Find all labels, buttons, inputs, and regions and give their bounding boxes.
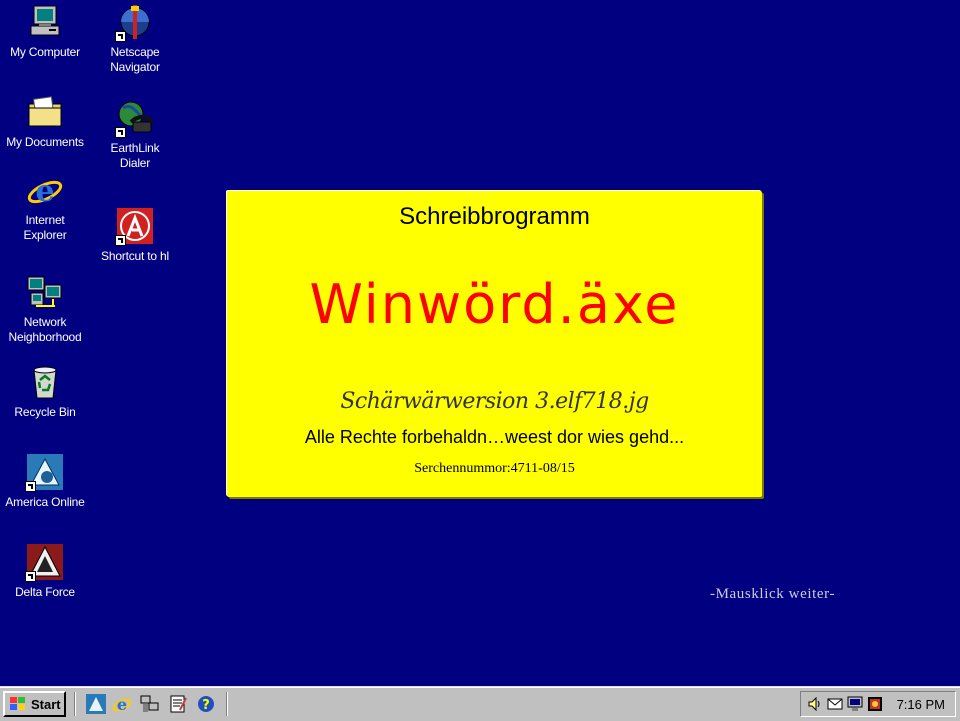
folder-icon (25, 92, 65, 132)
desktop-icon-netscape-navigator[interactable]: Netscape Navigator (90, 2, 180, 82)
desktop-icon-shortcut-to-hl[interactable]: Shortcut to hl (90, 206, 180, 286)
desktop-icon-label: Recycle Bin (14, 405, 76, 419)
splash-app-name: Winwörd.äxe (309, 273, 680, 336)
splash-serial: Serchennummor:4711-08/15 (414, 461, 575, 476)
quicklaunch-network-icon[interactable] (140, 694, 160, 714)
svg-text:?: ? (202, 698, 210, 713)
desktop-icon-label: Netscape Navigator (110, 45, 160, 74)
desktop-icon-delta-force[interactable]: Delta Force (0, 542, 90, 622)
desktop-icon-label: EarthLink Dialer (110, 141, 160, 170)
desktop-icon-network-neighborhood[interactable]: Network Neighborhood (0, 272, 90, 352)
start-button[interactable]: Start (3, 691, 66, 717)
quicklaunch-aol-icon[interactable] (86, 694, 106, 714)
desktop-icon-label: America Online (5, 495, 85, 509)
click-to-continue-hint: -Mausklick weiter- (710, 586, 836, 602)
desktop-icon-my-documents[interactable]: My Documents (0, 92, 90, 172)
mail-icon[interactable] (827, 696, 843, 712)
splash-title: Schreibbrogramm (399, 203, 590, 230)
netscape-icon (115, 2, 155, 42)
shortcut-arrow-icon (115, 127, 126, 138)
desktop-icon-label: Network Neighborhood (8, 315, 82, 344)
desktop-icon-label: Delta Force (15, 585, 75, 599)
taskbar-clock[interactable]: 7:16 PM (897, 697, 945, 712)
quicklaunch-internet-explorer-icon[interactable]: e (112, 694, 132, 714)
scheduler-icon[interactable] (867, 696, 883, 712)
svg-text:e: e (117, 695, 127, 714)
shortcut-arrow-icon (25, 571, 36, 582)
shortcut-arrow-icon (115, 31, 126, 42)
system-tray: 7:16 PM (800, 691, 956, 717)
desktop-icon-my-computer[interactable]: My Computer (0, 2, 90, 82)
desktop-icon-label: Internet Explorer (23, 213, 67, 242)
desktop-icon-label: Shortcut to hl (101, 249, 169, 263)
taskbar-separator (74, 692, 76, 716)
taskbar-separator (226, 692, 228, 716)
start-label: Start (31, 696, 61, 712)
desktop-icon-label: My Documents (6, 135, 84, 149)
shortcut-arrow-icon (25, 481, 36, 492)
quicklaunch-notepad-icon[interactable] (168, 694, 188, 714)
splash-rights: Alle Rechte forbehaldn…weest dor wies ge… (304, 427, 685, 447)
splash-dialog[interactable]: Schreibbrogramm Winwörd.äxe Schärwärwers… (227, 191, 762, 497)
internet-explorer-icon: e (25, 170, 65, 210)
quicklaunch-help-icon[interactable]: ? (196, 694, 216, 714)
speaker-icon[interactable] (807, 696, 823, 712)
shortcut-arrow-icon (115, 235, 126, 246)
aol-icon (25, 452, 65, 492)
splash-version: Schärwärwersion 3.elf718.jg (340, 389, 649, 414)
half-life-icon (115, 206, 155, 246)
desktop-icon-label: My Computer (10, 45, 80, 59)
monitor-icon[interactable] (847, 696, 863, 712)
desktop-icon-america-online[interactable]: America Online (0, 452, 90, 532)
computer-icon (25, 2, 65, 42)
phone-globe-icon (115, 98, 155, 138)
recycle-bin-icon (25, 362, 65, 402)
desktop-icon-earthlink-dialer[interactable]: EarthLink Dialer (90, 98, 180, 178)
desktop-icon-internet-explorer[interactable]: e Internet Explorer (0, 170, 90, 250)
taskbar: Start e ? 7:16 PM (0, 686, 960, 721)
network-icon (25, 272, 65, 312)
desktop: My Computer My Documents e Internet Expl… (0, 0, 960, 686)
delta-force-icon (25, 542, 65, 582)
windows-logo-icon (10, 697, 25, 710)
svg-text:e: e (35, 174, 54, 209)
desktop-icon-recycle-bin[interactable]: Recycle Bin (0, 362, 90, 442)
